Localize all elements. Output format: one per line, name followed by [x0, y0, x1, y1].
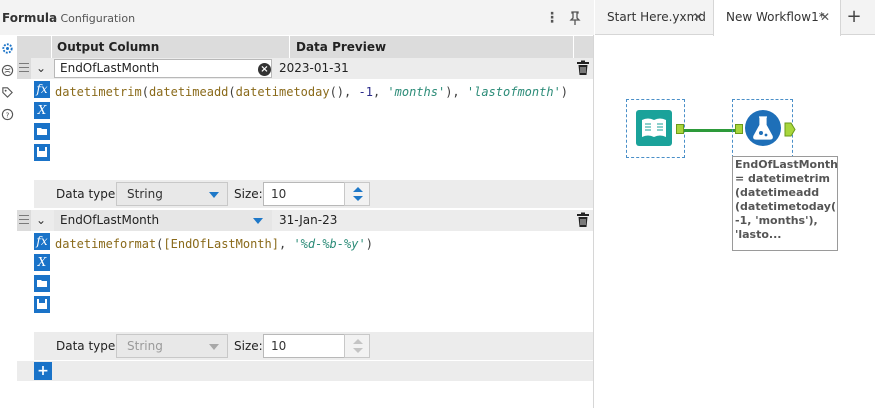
expression-editor[interactable]: datetimetrim(datetimeadd(datetimetoday()…: [55, 85, 568, 99]
output-column-dropdown[interactable]: EndOfLastMonth: [54, 210, 272, 231]
data-preview-value: 2023-01-31: [279, 61, 349, 75]
formula-row: ⌄ EndOfLastMonth × 2023-01-31: [17, 58, 593, 79]
formula-grid: Output Column Data Preview ⌄ EndOfLastMo…: [17, 36, 593, 408]
expr-function: datetimeadd: [148, 85, 229, 99]
spin-down-icon[interactable]: [353, 348, 363, 353]
output-anchor[interactable]: [676, 124, 684, 134]
chevron-down-icon[interactable]: ⌄: [34, 213, 48, 227]
close-icon[interactable]: ✕: [820, 0, 830, 35]
flask-formula-icon[interactable]: [744, 109, 782, 147]
chevron-down-icon[interactable]: ⌄: [34, 61, 48, 75]
expr-function: datetimeformat: [55, 237, 157, 251]
tab-label: Start Here.yxmd: [607, 10, 706, 24]
gear-icon[interactable]: [1, 42, 14, 55]
vertical-dots-icon[interactable]: ⋮: [545, 9, 559, 27]
size-label: Size:: [234, 339, 263, 353]
fx-icon[interactable]: fx: [34, 81, 50, 98]
data-type-label: Data type:: [56, 187, 120, 201]
formula-row: ⌄ EndOfLastMonth 31-Jan-23: [17, 210, 593, 231]
drag-handle-icon[interactable]: [17, 58, 31, 79]
expression-editor[interactable]: datetimeformat([EndOfLastMonth], '%d-%b-…: [55, 237, 373, 251]
expr-number: -1: [358, 85, 373, 99]
new-tab-button[interactable]: +: [843, 6, 865, 28]
data-preview-header: Data Preview: [290, 36, 573, 58]
tool-annotation: EndOfLastMonth = datetimetrim (datetimea…: [732, 156, 838, 251]
close-icon[interactable]: ✕: [693, 0, 703, 35]
help-icon[interactable]: ?: [1, 108, 14, 121]
save-disk-icon[interactable]: [34, 296, 50, 313]
globe-icon[interactable]: [1, 64, 14, 77]
workflow-canvas[interactable]: EndOfLastMonth = datetimetrim (datetimea…: [595, 36, 875, 408]
open-folder-icon[interactable]: [34, 275, 50, 292]
data-type-value: String: [127, 339, 163, 353]
tab-label: New Workflow1*: [726, 10, 825, 24]
spin-up-icon[interactable]: [353, 187, 363, 192]
size-spinner[interactable]: [344, 182, 370, 206]
output-column-field[interactable]: EndOfLastMonth: [54, 59, 272, 78]
open-folder-icon[interactable]: [34, 123, 50, 140]
panel-subtitle: - Configuration: [53, 12, 136, 25]
tag-icon[interactable]: [1, 86, 14, 99]
data-type-select[interactable]: String: [116, 182, 228, 206]
side-rail: ?: [0, 36, 16, 408]
data-type-select[interactable]: String: [116, 334, 228, 358]
data-type-bar: Data type: String Size: 10: [34, 180, 593, 208]
grid-header-blank: [17, 36, 51, 58]
expr-field: [EndOfLastMonth]: [163, 237, 279, 251]
clear-icon[interactable]: ×: [258, 63, 271, 76]
expr-punct: ,: [278, 237, 294, 251]
workflow-tab-bar: Start Here.yxmd ✕ New Workflow1* ✕ +: [595, 0, 875, 36]
chevron-down-icon: [209, 344, 219, 350]
data-type-label: Data type:: [56, 339, 120, 353]
output-column-header: Output Column: [52, 36, 289, 58]
variable-x-icon[interactable]: X: [34, 102, 50, 119]
data-type-bar: Data type: String Size: 10: [34, 332, 593, 360]
drag-handle-icon[interactable]: [17, 210, 31, 231]
chevron-down-icon: [253, 218, 263, 224]
chevron-down-icon: [209, 192, 219, 198]
tab-new-workflow[interactable]: New Workflow1* ✕: [713, 0, 841, 36]
trash-icon[interactable]: [576, 60, 590, 76]
variable-x-icon[interactable]: X: [34, 254, 50, 271]
expr-punct: ): [365, 237, 373, 251]
expression-toolbar: fx X: [34, 81, 51, 161]
trash-icon[interactable]: [576, 212, 590, 228]
output-anchor[interactable]: [784, 122, 796, 137]
output-column-value: EndOfLastMonth: [60, 213, 160, 227]
tab-start-here[interactable]: Start Here.yxmd ✕: [595, 0, 713, 35]
expr-punct: ,: [372, 85, 388, 99]
expr-string: 'months': [387, 85, 446, 99]
book-input-icon[interactable]: [636, 110, 672, 146]
panel-title: Formula: [2, 11, 58, 25]
size-label: Size:: [234, 187, 263, 201]
spin-down-icon[interactable]: [353, 196, 363, 201]
expression-toolbar: fx X: [34, 233, 51, 313]
fx-icon[interactable]: fx: [34, 233, 50, 250]
expr-string: 'lastofmonth': [466, 85, 561, 99]
add-formula-row: +: [17, 361, 593, 381]
data-preview-value: 31-Jan-23: [279, 213, 338, 227]
add-formula-button[interactable]: +: [34, 362, 52, 380]
expr-punct: (),: [329, 85, 359, 99]
expr-string: '%d-%b-%y': [293, 237, 366, 251]
data-type-value: String: [127, 187, 163, 201]
svg-text:?: ?: [6, 110, 10, 119]
expr-function: datetimetrim: [55, 85, 142, 99]
size-field[interactable]: 10: [263, 334, 345, 358]
configuration-panel: Formula - Configuration ⋮ ? Output Colum…: [0, 0, 594, 408]
expr-punct: (: [141, 85, 149, 99]
expr-punct: ),: [445, 85, 467, 99]
panel-title-bar: Formula - Configuration ⋮: [0, 0, 594, 35]
save-disk-icon[interactable]: [34, 144, 50, 161]
grid-header-end: [574, 36, 593, 58]
expr-function: datetimetoday: [235, 85, 330, 99]
spin-up-icon[interactable]: [353, 339, 363, 344]
pin-icon[interactable]: [567, 10, 583, 26]
expr-punct: (: [228, 85, 236, 99]
size-field[interactable]: 10: [263, 182, 345, 206]
size-spinner[interactable]: [344, 334, 370, 358]
expr-punct: ): [560, 85, 569, 99]
